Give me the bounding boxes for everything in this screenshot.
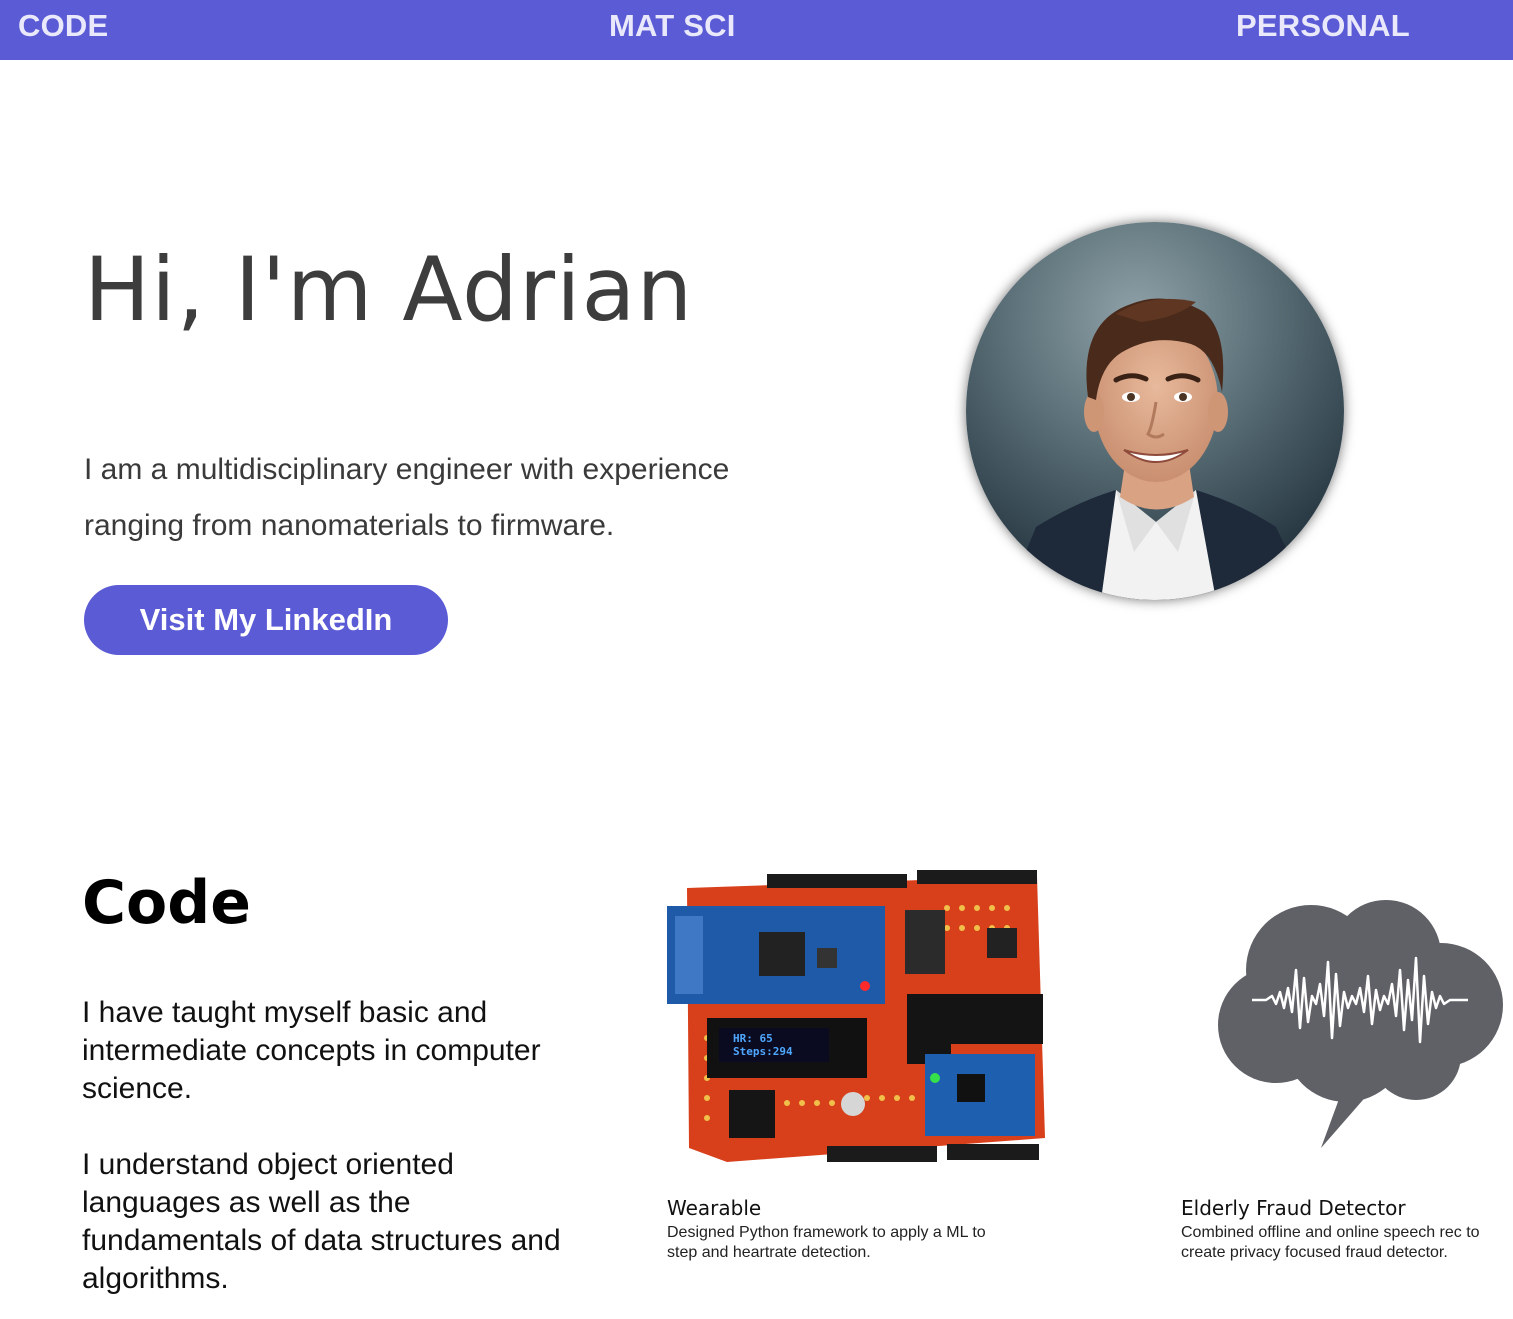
code-section-title: Code [82,868,251,938]
fraud-detector-project-title[interactable]: Elderly Fraud Detector [1181,1196,1406,1220]
nav-link-mat-sci[interactable]: MAT SCI [609,8,736,44]
profile-photo [966,222,1344,600]
hero-title: Hi, I'm Adrian [84,238,694,341]
wearable-project-image[interactable]: HR: 65 Steps:294 [667,868,1053,1172]
oled-heart-rate-text: HR: 65 [733,1032,773,1045]
wearable-project-description: Designed Python framework to apply a ML … [667,1224,986,1261]
nav-link-code[interactable]: CODE [18,8,108,44]
nav-link-personal[interactable]: PERSONAL [1236,8,1410,44]
code-paragraph: I understand object oriented languages a… [82,1148,561,1295]
linkedin-button[interactable]: Visit My LinkedIn [84,585,448,655]
wearable-project-title[interactable]: Wearable [667,1196,761,1220]
hero-description: I am a multidisciplinary engineer with e… [84,453,730,542]
code-paragraph: I have taught myself basic and intermedi… [82,996,541,1105]
top-navbar: CODE MAT SCI PERSONAL [0,0,1513,60]
fraud-detector-project-image[interactable] [1216,900,1506,1152]
fraud-detector-project-description: Combined offline and online speech rec t… [1181,1224,1480,1261]
oled-steps-text: Steps:294 [733,1045,793,1058]
